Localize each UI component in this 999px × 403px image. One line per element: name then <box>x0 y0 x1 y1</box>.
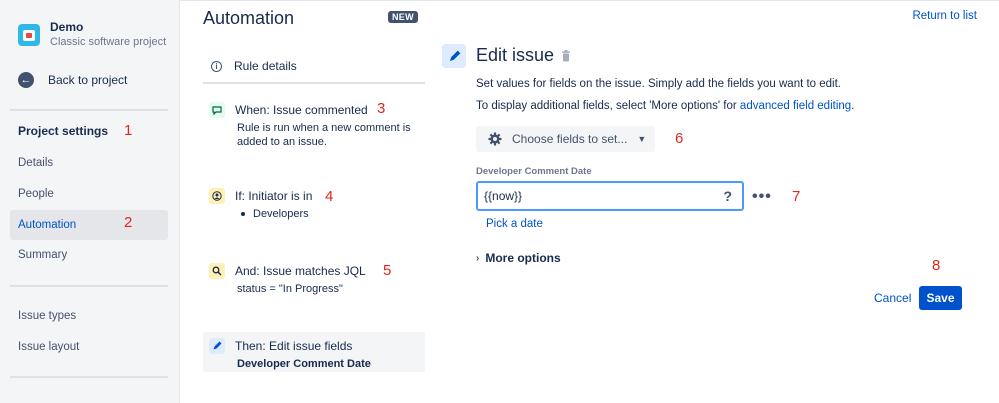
rule-details-label: Rule details <box>234 59 297 73</box>
chevron-down-icon: ▼ <box>637 134 647 144</box>
step-title: And: Issue matches JQL <box>235 264 366 278</box>
help-icon[interactable]: ? <box>723 188 732 204</box>
annotation-number: 1 <box>124 122 133 139</box>
annotation-number: 7 <box>792 188 801 205</box>
page-title: Automation <box>203 8 295 28</box>
sidebar-item-issue-types[interactable]: Issue types <box>10 301 168 331</box>
step-trigger[interactable]: When: Issue commented Rule is run when a… <box>203 96 425 155</box>
user-icon <box>209 188 225 204</box>
sidebar-item-details[interactable]: Details <box>10 148 168 178</box>
back-to-project-link[interactable]: ← Back to project <box>18 72 127 88</box>
pencil-icon <box>209 338 225 354</box>
sidebar-item-people[interactable]: People <box>10 179 168 209</box>
annotation-number: 4 <box>325 188 334 205</box>
rule-details-item[interactable]: i Rule details <box>203 50 425 84</box>
chevron-right-icon: › <box>476 252 480 264</box>
step-condition-initiator[interactable]: If: Initiator is in Developers <box>203 182 425 227</box>
step-title: If: Initiator is in <box>235 189 313 203</box>
note-suffix: . <box>851 100 855 112</box>
sidebar-item-summary[interactable]: Summary <box>10 240 168 270</box>
gear-icon <box>488 132 502 146</box>
sidebar-item-automation[interactable]: Automation <box>10 210 168 240</box>
new-badge: NEW <box>388 11 418 23</box>
editor-additional-note: To display additional fields, select 'Mo… <box>476 100 854 112</box>
more-options-label: More options <box>485 251 561 265</box>
project-name: Demo <box>50 20 84 34</box>
choose-fields-dropdown[interactable]: Choose fields to set... ▼ <box>476 126 655 152</box>
editor-description: Set values for fields on the issue. Simp… <box>476 78 842 90</box>
note-text: To display additional fields, select 'Mo… <box>476 100 740 112</box>
step-description: Developer Comment Date <box>237 358 371 370</box>
comment-icon <box>209 102 225 118</box>
annotation-number: 3 <box>377 100 386 117</box>
back-label: Back to project <box>48 73 128 87</box>
edit-pencil-icon <box>442 44 466 68</box>
sidebar-divider <box>10 285 168 287</box>
field-value: {{now}} <box>484 189 523 203</box>
return-to-list-link[interactable]: Return to list <box>912 10 977 22</box>
step-action-edit[interactable]: Then: Edit issue fields Developer Commen… <box>203 332 425 372</box>
more-options-toggle[interactable]: › More options <box>476 251 561 265</box>
cancel-button[interactable]: Cancel <box>864 286 921 310</box>
info-icon: i <box>211 60 222 72</box>
trash-icon[interactable] <box>561 50 571 62</box>
choose-fields-label: Choose fields to set... <box>512 132 628 146</box>
step-description: Rule is run when a new comment is added … <box>237 122 411 148</box>
annotation-number: 8 <box>932 257 941 274</box>
sidebar-item-issue-layout[interactable]: Issue layout <box>10 332 168 362</box>
step-description: status = "In Progress" <box>237 283 343 295</box>
arrow-left-icon: ← <box>18 72 34 88</box>
sidebar: Demo Classic software project ← Back to … <box>0 0 180 403</box>
step-title: Then: Edit issue fields <box>235 339 353 353</box>
editor-title: Edit issue <box>476 45 555 65</box>
step-condition-jql[interactable]: And: Issue matches JQL status = "In Prog… <box>203 257 425 302</box>
save-button[interactable]: Save <box>919 286 962 310</box>
more-actions-icon[interactable]: ••• <box>752 188 772 206</box>
project-subtitle: Classic software project <box>50 36 167 48</box>
step-value: Developers <box>253 208 309 220</box>
step-description: Developers <box>237 207 419 221</box>
annotation-number: 2 <box>124 214 133 231</box>
sidebar-divider <box>10 376 168 378</box>
annotation-number: 5 <box>383 262 392 279</box>
advanced-field-editing-link[interactable]: advanced field editing <box>740 100 851 112</box>
developer-comment-date-field[interactable]: {{now}} ? <box>476 181 744 211</box>
annotation-number: 6 <box>675 130 684 147</box>
project-header[interactable]: Demo Classic software project <box>18 20 166 48</box>
section-title: Project settings <box>18 124 109 138</box>
search-icon <box>209 263 225 279</box>
step-title: When: Issue commented <box>235 103 368 117</box>
top-border <box>180 0 999 1</box>
field-label: Developer Comment Date <box>476 166 592 177</box>
sidebar-divider <box>10 109 168 111</box>
pick-date-link[interactable]: Pick a date <box>486 218 543 230</box>
project-avatar-icon <box>18 24 40 46</box>
